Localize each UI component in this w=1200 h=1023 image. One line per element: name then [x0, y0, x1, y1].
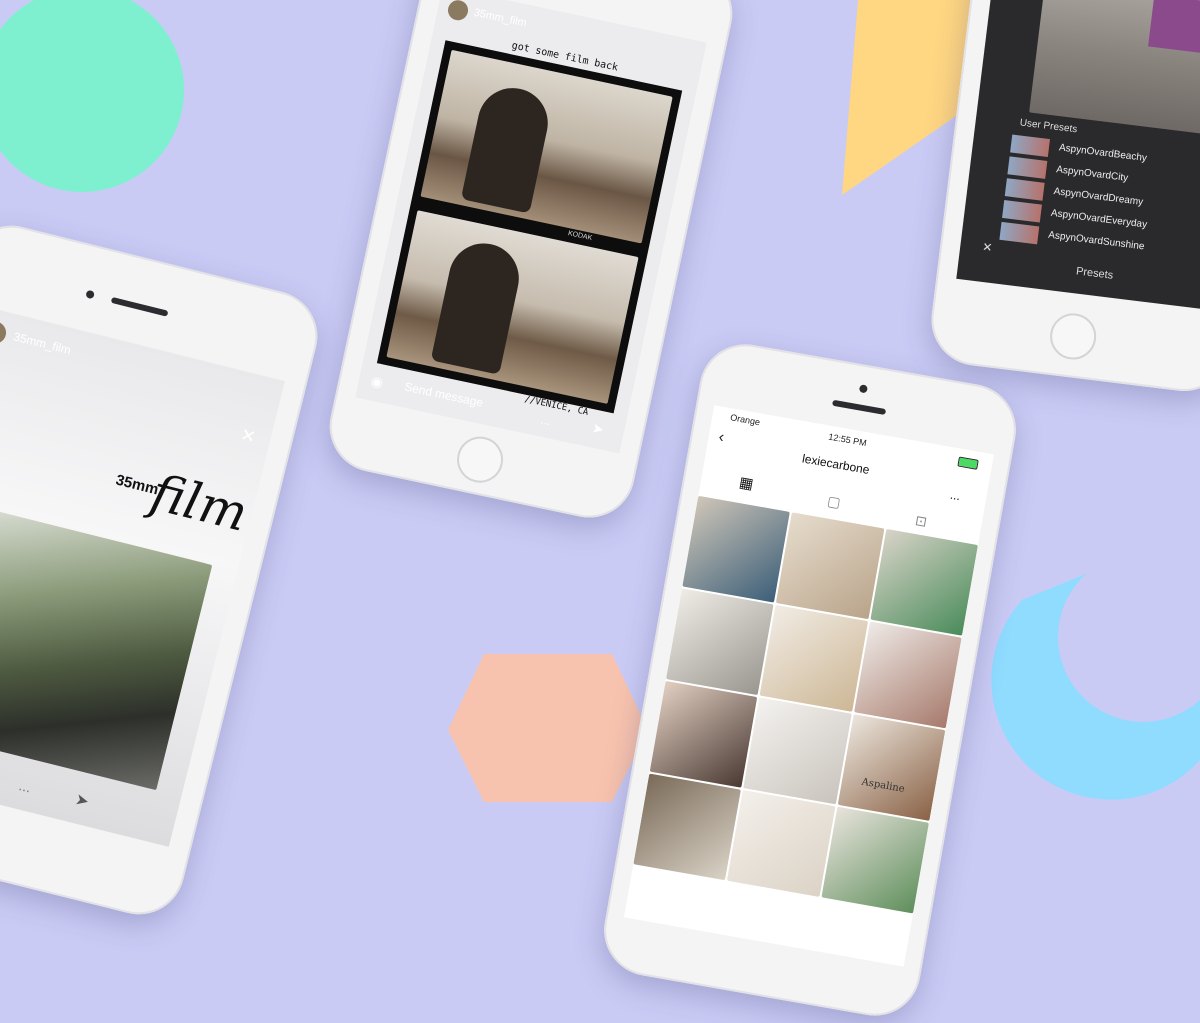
- speaker: [831, 399, 887, 416]
- sky-arc: [991, 574, 1200, 800]
- grid-photo[interactable]: [853, 621, 962, 729]
- center-phone-screen: 35mm_film got some film back KODAK ◉ Sen…: [355, 0, 707, 454]
- grid-photo[interactable]: [649, 680, 758, 788]
- preset-row[interactable]: AspynOvardEveryday: [1002, 198, 1148, 231]
- front-camera: [85, 289, 95, 300]
- woman-silhouette: [430, 236, 526, 375]
- film-frame-1: [420, 49, 673, 244]
- story-user: 35mm_film: [472, 6, 528, 30]
- story-user: 35mm_film: [12, 329, 73, 358]
- preset-thumb: [1007, 156, 1048, 179]
- camera-icon[interactable]: ◉: [369, 372, 385, 391]
- presets-phone-screen: User Presets AspynOvardBeachy AspynOvard…: [956, 0, 1200, 312]
- mint-circle-shape: [0, 0, 184, 192]
- title-script: film: [145, 463, 254, 543]
- send-icon[interactable]: ➤: [590, 419, 606, 438]
- more-button[interactable]: ...: [17, 777, 32, 795]
- section-label: User Presets: [1019, 117, 1078, 136]
- preset-row[interactable]: AspynOvardCity: [1007, 154, 1129, 184]
- more-button[interactable]: ...: [539, 413, 552, 429]
- grid-text: Aspaline: [860, 776, 906, 795]
- status-time: 12:55 PM: [827, 431, 868, 449]
- tagged-tab[interactable]: ⊡: [914, 512, 928, 531]
- avatar: [446, 0, 470, 23]
- send-icon[interactable]: ➤: [73, 789, 91, 812]
- speaker: [110, 296, 169, 317]
- close-button[interactable]: ✕: [238, 424, 257, 448]
- grid-photo[interactable]: [727, 790, 836, 897]
- grid-photo[interactable]: [665, 588, 774, 696]
- grid-photo[interactable]: [870, 528, 978, 636]
- preset-thumb: [1010, 134, 1051, 158]
- carrier: Orange: [729, 412, 761, 428]
- list-tab[interactable]: ▢: [826, 492, 842, 511]
- battery-fill: [958, 457, 978, 469]
- film-strip: KODAK: [376, 40, 683, 414]
- preset-name: AspynOvardSunshine: [1047, 229, 1145, 253]
- preset-list: AspynOvardBeachy AspynOvardCity AspynOva…: [999, 133, 1148, 252]
- username-title: lexiecarbone: [801, 451, 871, 478]
- footer-label: Presets: [1075, 265, 1114, 282]
- send-message-input[interactable]: Send message: [403, 380, 484, 410]
- preset-name: AspynOvardCity: [1055, 164, 1129, 184]
- battery-icon: [957, 456, 979, 470]
- preset-row[interactable]: AspynOvardBeachy: [1010, 133, 1147, 164]
- grid-photo[interactable]: [776, 512, 885, 620]
- grid-photo[interactable]: [743, 697, 852, 805]
- preset-row[interactable]: AspynOvardSunshine: [999, 220, 1145, 252]
- home-button[interactable]: [452, 432, 508, 487]
- preset-thumb: [999, 221, 1040, 245]
- preset-name: AspynOvardEveryday: [1050, 207, 1148, 231]
- grid-photo[interactable]: [682, 495, 791, 603]
- home-button[interactable]: [1047, 310, 1099, 363]
- preset-thumb: [1004, 178, 1045, 201]
- film-frame-2: [386, 210, 639, 404]
- grid-photo[interactable]: [633, 773, 742, 881]
- avatar: [0, 319, 9, 346]
- grid-photo[interactable]: Aspaline: [837, 714, 946, 821]
- grid-photo[interactable]: [759, 604, 868, 712]
- close-button[interactable]: ✕: [982, 240, 994, 255]
- preset-name: AspynOvardBeachy: [1058, 142, 1148, 165]
- peach-hexagon: [448, 654, 648, 802]
- beach-photo: [1029, 0, 1200, 139]
- preset-thumb: [1002, 200, 1042, 223]
- preset-name: AspynOvardDreamy: [1052, 186, 1144, 208]
- palm-photo: [0, 509, 213, 791]
- photo-grid: Aspaline: [624, 495, 978, 967]
- woman-silhouette: [460, 81, 555, 214]
- grid-tab[interactable]: ▦: [738, 473, 755, 493]
- preset-row[interactable]: AspynOvardDreamy: [1004, 176, 1144, 208]
- lifeguard-tower: [1148, 0, 1200, 58]
- grid-photo[interactable]: [821, 806, 930, 914]
- back-button[interactable]: ‹: [717, 429, 725, 448]
- presets-phone: User Presets AspynOvardBeachy AspynOvard…: [926, 0, 1200, 397]
- front-camera: [858, 384, 869, 394]
- more-button[interactable]: ...: [949, 488, 961, 504]
